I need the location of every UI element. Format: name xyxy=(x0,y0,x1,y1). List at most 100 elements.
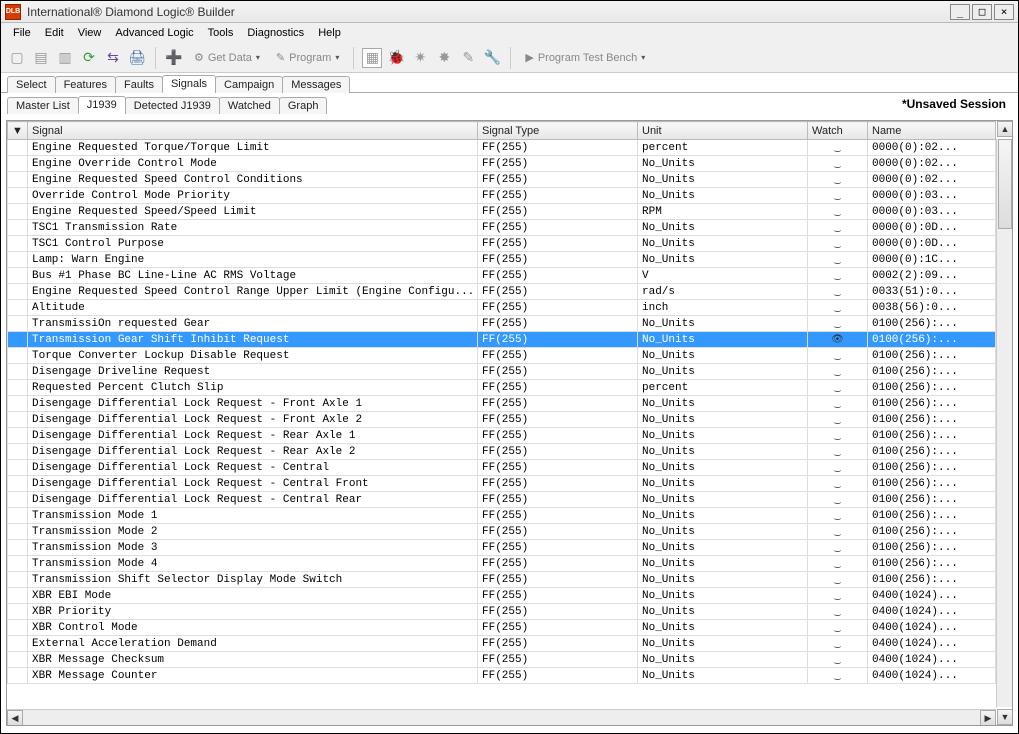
watch-toggle[interactable]: ‿ xyxy=(808,316,868,332)
watch-toggle[interactable]: ‿ xyxy=(808,348,868,364)
watch-toggle[interactable]: ‿ xyxy=(808,172,868,188)
watch-toggle[interactable]: ‿ xyxy=(808,252,868,268)
table-row[interactable]: Disengage Differential Lock Request - Re… xyxy=(8,428,996,444)
subtab-j1939[interactable]: J1939 xyxy=(78,96,126,114)
tab-signals[interactable]: Signals xyxy=(162,75,216,93)
table-row[interactable]: Transmission Mode 1FF(255)No_Units‿0100(… xyxy=(8,508,996,524)
table-row[interactable]: Requested Percent Clutch SlipFF(255)perc… xyxy=(8,380,996,396)
watch-toggle[interactable]: ‿ xyxy=(808,156,868,172)
tab-messages[interactable]: Messages xyxy=(282,76,350,93)
table-row[interactable]: Transmission Mode 2FF(255)No_Units‿0100(… xyxy=(8,524,996,540)
table-row[interactable]: XBR Control ModeFF(255)No_Units‿0400(102… xyxy=(8,620,996,636)
watch-toggle[interactable]: ‿ xyxy=(808,300,868,316)
table-row[interactable]: Disengage Differential Lock Request - Re… xyxy=(8,444,996,460)
watch-toggle[interactable]: ‿ xyxy=(808,204,868,220)
table-row[interactable]: AltitudeFF(255)inch‿0038(56):0... xyxy=(8,300,996,316)
tab-campaign[interactable]: Campaign xyxy=(215,76,283,93)
watch-toggle[interactable]: ‿ xyxy=(808,476,868,492)
page-icon[interactable]: ▦ xyxy=(362,48,382,68)
table-row[interactable]: Engine Requested Torque/Torque LimitFF(2… xyxy=(8,140,996,156)
menu-edit[interactable]: Edit xyxy=(39,25,70,41)
table-row[interactable]: Bus #1 Phase BC Line-Line AC RMS Voltage… xyxy=(8,268,996,284)
filter-button[interactable]: ▼ xyxy=(8,122,28,140)
table-row[interactable]: Lamp: Warn EngineFF(255)No_Units‿0000(0)… xyxy=(8,252,996,268)
watch-toggle[interactable]: ‿ xyxy=(808,540,868,556)
table-row[interactable]: XBR Message CounterFF(255)No_Units‿0400(… xyxy=(8,668,996,684)
watch-toggle[interactable]: 👁 xyxy=(808,332,868,348)
watch-toggle[interactable]: ‿ xyxy=(808,492,868,508)
print-icon[interactable]: 🖨 xyxy=(127,48,147,68)
watch-toggle[interactable]: ‿ xyxy=(808,636,868,652)
watch-toggle[interactable]: ‿ xyxy=(808,268,868,284)
table-row[interactable]: Engine Requested Speed Control Condition… xyxy=(8,172,996,188)
table-row[interactable]: Engine Requested Speed/Speed LimitFF(255… xyxy=(8,204,996,220)
subtab-graph[interactable]: Graph xyxy=(279,97,328,114)
save-icon[interactable]: ▥ xyxy=(55,48,75,68)
watch-toggle[interactable]: ‿ xyxy=(808,588,868,604)
watch-toggle[interactable]: ‿ xyxy=(808,140,868,156)
program-button[interactable]: ✎ Program ▾ xyxy=(270,47,345,69)
table-row[interactable]: XBR PriorityFF(255)No_Units‿0400(1024)..… xyxy=(8,604,996,620)
edit-icon[interactable]: ✎ xyxy=(458,48,478,68)
watch-toggle[interactable]: ‿ xyxy=(808,428,868,444)
watch-toggle[interactable]: ‿ xyxy=(808,188,868,204)
menu-help[interactable]: Help xyxy=(312,25,347,41)
tab-features[interactable]: Features xyxy=(55,76,116,93)
wrench-icon[interactable]: 🔧 xyxy=(482,48,502,68)
table-row[interactable]: XBR EBI ModeFF(255)No_Units‿0400(1024)..… xyxy=(8,588,996,604)
table-row[interactable]: Transmission Gear Shift Inhibit RequestF… xyxy=(8,332,996,348)
new-icon[interactable]: ▢ xyxy=(7,48,27,68)
table-row[interactable]: Disengage Differential Lock Request - Ce… xyxy=(8,460,996,476)
table-row[interactable]: TSC1 Control PurposeFF(255)No_Units‿0000… xyxy=(8,236,996,252)
scroll-right-button[interactable]: ▶ xyxy=(980,710,996,726)
scroll-left-button[interactable]: ◀ xyxy=(7,710,23,726)
table-row[interactable]: Engine Requested Speed Control Range Upp… xyxy=(8,284,996,300)
scroll-up-button[interactable]: ▲ xyxy=(997,121,1013,137)
minimize-button[interactable]: _ xyxy=(950,4,970,20)
header-signal[interactable]: Signal xyxy=(28,122,478,140)
table-row[interactable]: Engine Override Control ModeFF(255)No_Un… xyxy=(8,156,996,172)
watch-toggle[interactable]: ‿ xyxy=(808,524,868,540)
menu-advanced-logic[interactable]: Advanced Logic xyxy=(109,25,199,41)
watch-toggle[interactable]: ‿ xyxy=(808,652,868,668)
watch-toggle[interactable]: ‿ xyxy=(808,668,868,684)
menu-tools[interactable]: Tools xyxy=(202,25,240,41)
header-name[interactable]: Name xyxy=(868,122,996,140)
watch-toggle[interactable]: ‿ xyxy=(808,396,868,412)
table-row[interactable]: Disengage Differential Lock Request - Fr… xyxy=(8,396,996,412)
table-row[interactable]: TransmissiOn requested GearFF(255)No_Uni… xyxy=(8,316,996,332)
scroll-down-button[interactable]: ▼ xyxy=(997,709,1013,725)
maximize-button[interactable]: □ xyxy=(972,4,992,20)
vertical-scrollbar[interactable]: ▲ ▼ xyxy=(996,139,1012,707)
subtab-master-list[interactable]: Master List xyxy=(7,97,79,114)
tab-faults[interactable]: Faults xyxy=(115,76,163,93)
watch-toggle[interactable]: ‿ xyxy=(808,604,868,620)
close-button[interactable]: × xyxy=(994,4,1014,20)
tab-select[interactable]: Select xyxy=(7,76,56,93)
table-row[interactable]: Transmission Mode 4FF(255)No_Units‿0100(… xyxy=(8,556,996,572)
menu-file[interactable]: File xyxy=(7,25,37,41)
table-row[interactable]: Disengage Driveline RequestFF(255)No_Uni… xyxy=(8,364,996,380)
table-row[interactable]: External Acceleration DemandFF(255)No_Un… xyxy=(8,636,996,652)
scroll-thumb[interactable] xyxy=(998,139,1012,229)
watch-toggle[interactable]: ‿ xyxy=(808,572,868,588)
watch-toggle[interactable]: ‿ xyxy=(808,284,868,300)
watch-toggle[interactable]: ‿ xyxy=(808,380,868,396)
table-row[interactable]: TSC1 Transmission RateFF(255)No_Units‿00… xyxy=(8,220,996,236)
menu-diagnostics[interactable]: Diagnostics xyxy=(241,25,310,41)
table-row[interactable]: Torque Converter Lockup Disable RequestF… xyxy=(8,348,996,364)
watch-toggle[interactable]: ‿ xyxy=(808,460,868,476)
watch-toggle[interactable]: ‿ xyxy=(808,412,868,428)
menu-view[interactable]: View xyxy=(72,25,108,41)
watch-toggle[interactable]: ‿ xyxy=(808,556,868,572)
refresh-icon[interactable]: ⟳ xyxy=(79,48,99,68)
watch-toggle[interactable]: ‿ xyxy=(808,620,868,636)
bug2-icon[interactable]: ✷ xyxy=(410,48,430,68)
table-row[interactable]: XBR Message ChecksumFF(255)No_Units‿0400… xyxy=(8,652,996,668)
bug3-icon[interactable]: ✸ xyxy=(434,48,454,68)
header-watch[interactable]: Watch xyxy=(808,122,868,140)
table-row[interactable]: Disengage Differential Lock Request - Ce… xyxy=(8,492,996,508)
subtab-detected[interactable]: Detected J1939 xyxy=(125,97,220,114)
bug1-icon[interactable]: 🐞 xyxy=(386,48,406,68)
subtab-watched[interactable]: Watched xyxy=(219,97,280,114)
